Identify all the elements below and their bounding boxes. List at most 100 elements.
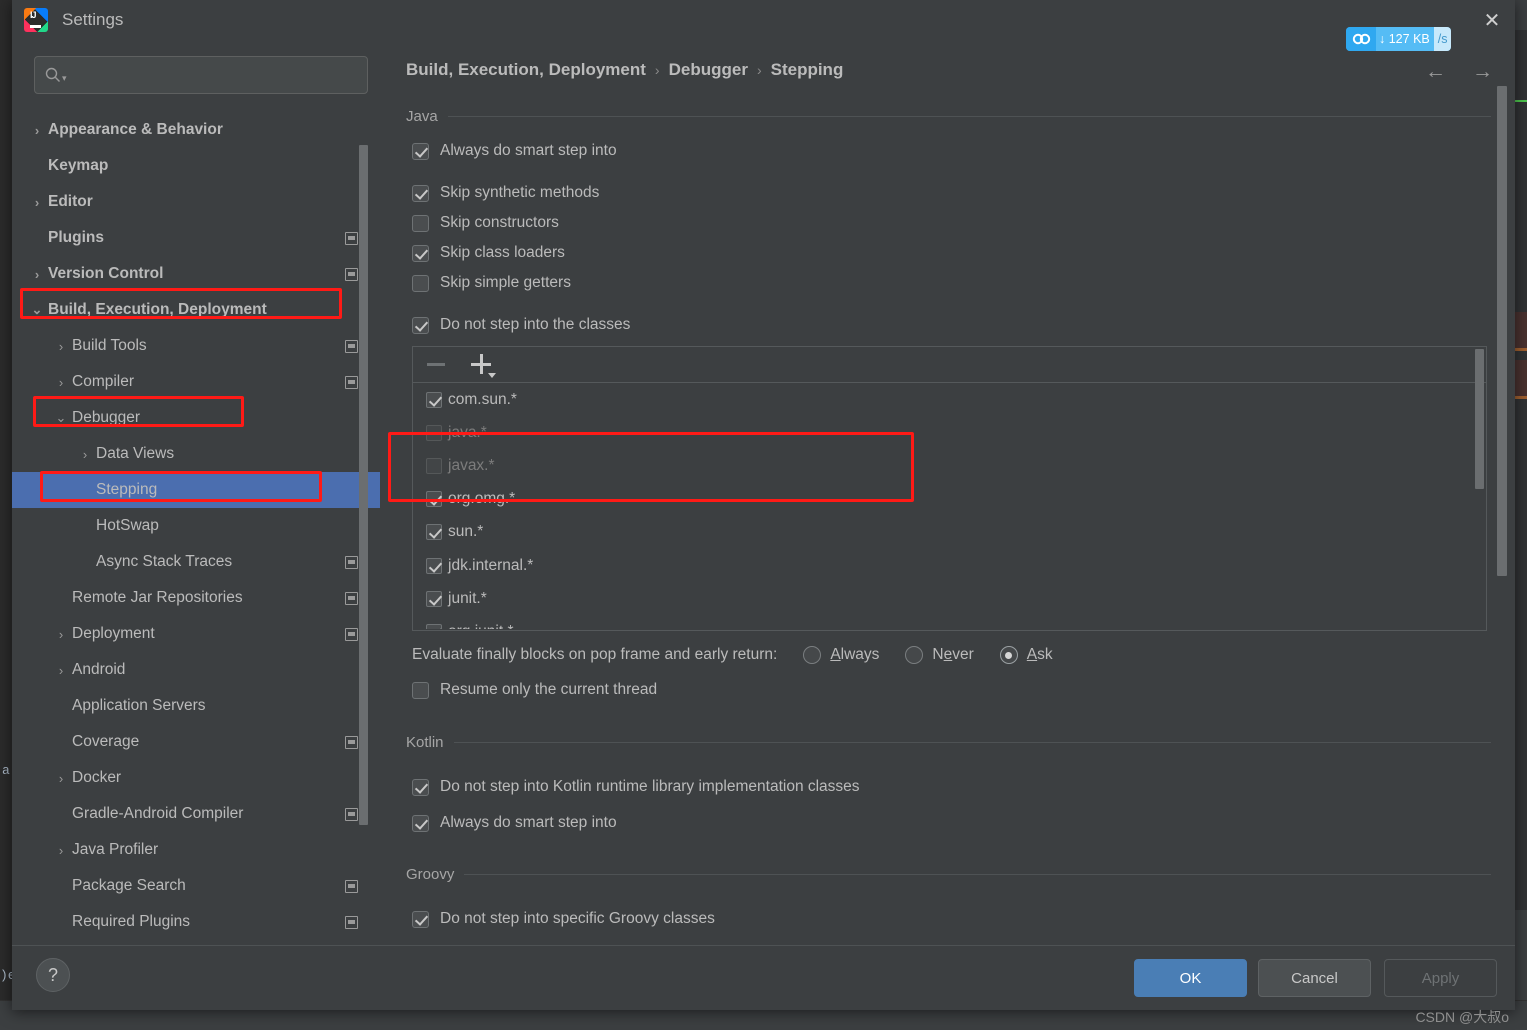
class-filter-row[interactable]: org.omg.*: [413, 483, 1486, 516]
class-filter-row[interactable]: org.junit.*: [413, 615, 1486, 629]
radio-button[interactable]: [999, 646, 1018, 664]
class-list-scrollbar[interactable]: [1475, 349, 1484, 489]
cancel-button[interactable]: Cancel: [1258, 959, 1371, 997]
search-dropdown-icon[interactable]: ▾: [62, 73, 67, 84]
sidebar-item-label: Remote Jar Repositories: [72, 589, 243, 606]
checkbox-kotlin-no-step-runtime[interactable]: Do not step into Kotlin runtime library …: [412, 778, 860, 796]
checkbox-box[interactable]: [412, 244, 429, 262]
chevron-right-icon[interactable]: ›: [50, 627, 72, 642]
checkbox-box[interactable]: [426, 391, 442, 408]
network-speed-badge[interactable]: ↓ 127 KB /s: [1346, 27, 1452, 51]
help-button[interactable]: ?: [36, 958, 70, 992]
breadcrumb-part-2[interactable]: Stepping: [771, 60, 844, 80]
radio-button[interactable]: [905, 646, 924, 664]
checkbox-box[interactable]: [426, 424, 442, 441]
sidebar-item-plugins[interactable]: Plugins: [12, 220, 380, 256]
checkbox-do-not-step-into-classes[interactable]: Do not step into the classes: [412, 316, 630, 334]
chevron-right-icon[interactable]: ›: [50, 843, 72, 858]
evaluate-finally-row: Evaluate finally blocks on pop frame and…: [412, 646, 1053, 664]
checkbox-box[interactable]: [412, 184, 429, 202]
chevron-right-icon[interactable]: ›: [50, 663, 72, 678]
sidebar-item-application-servers[interactable]: Application Servers: [12, 688, 380, 724]
chevron-down-icon[interactable]: ⌄: [26, 302, 48, 318]
breadcrumb-part-1[interactable]: Debugger: [669, 60, 748, 80]
class-filter-row[interactable]: junit.*: [413, 582, 1486, 615]
checkbox-box[interactable]: [412, 910, 429, 928]
sidebar-item-build-tools[interactable]: › Build Tools: [12, 328, 380, 364]
chevron-right-icon[interactable]: ›: [50, 339, 72, 354]
checkbox-skip-synthetic-methods[interactable]: Skip synthetic methods: [412, 184, 599, 202]
checkbox-skip-constructors[interactable]: Skip constructors: [412, 214, 559, 232]
sidebar-item-android[interactable]: › Android: [12, 652, 380, 688]
minus-icon[interactable]: [427, 363, 445, 366]
checkbox-box[interactable]: [426, 623, 442, 629]
sidebar-item-gradle-android-compiler[interactable]: Gradle-Android Compiler: [12, 796, 380, 832]
chevron-right-icon[interactable]: ›: [50, 771, 72, 786]
checkbox-label: Always do smart step into: [440, 142, 617, 159]
radio-button[interactable]: [803, 646, 822, 664]
sidebar-item-required-plugins[interactable]: Required Plugins: [12, 904, 380, 940]
plus-icon[interactable]: [471, 353, 496, 378]
checkbox-skip-class-loaders[interactable]: Skip class loaders: [412, 244, 565, 262]
chevron-right-icon[interactable]: ›: [50, 375, 72, 390]
sidebar-item-version-control[interactable]: › Version Control: [12, 256, 380, 292]
class-filter-row[interactable]: sun.*: [413, 516, 1486, 549]
checkbox-box[interactable]: [412, 142, 429, 160]
sidebar-item-appearance-behavior[interactable]: › Appearance & Behavior: [12, 112, 380, 148]
checkbox-groovy-no-step-specific[interactable]: Do not step into specific Groovy classes: [412, 910, 715, 928]
class-filter-row[interactable]: jdk.internal.*: [413, 549, 1486, 582]
checkbox-kotlin-smart-step-into[interactable]: Always do smart step into: [412, 814, 617, 832]
sidebar-item-compiler[interactable]: › Compiler: [12, 364, 380, 400]
checkbox-box[interactable]: [412, 681, 429, 699]
checkbox-always-smart-step-into[interactable]: Always do smart step into: [412, 142, 617, 160]
checkbox-box[interactable]: [426, 491, 442, 508]
checkbox-resume-current-thread[interactable]: Resume only the current thread: [412, 681, 657, 699]
sidebar-item-docker[interactable]: › Docker: [12, 760, 380, 796]
breadcrumb-part-0[interactable]: Build, Execution, Deployment: [406, 60, 646, 80]
checkbox-skip-simple-getters[interactable]: Skip simple getters: [412, 274, 571, 292]
sidebar-item-deployment[interactable]: › Deployment: [12, 616, 380, 652]
checkbox-box[interactable]: [426, 524, 442, 541]
close-icon[interactable]: ✕: [1469, 0, 1515, 40]
class-filter-row[interactable]: java.*: [413, 416, 1486, 449]
checkbox-box[interactable]: [412, 778, 429, 796]
sidebar-item-hotswap[interactable]: HotSwap: [12, 508, 380, 544]
sidebar-item-remote-jar-repositories[interactable]: Remote Jar Repositories: [12, 580, 380, 616]
radio-never[interactable]: Never: [905, 646, 974, 664]
class-filter-row[interactable]: com.sun.*: [413, 383, 1486, 416]
search-box[interactable]: ▾: [34, 56, 368, 94]
sidebar-item-keymap[interactable]: Keymap: [12, 148, 380, 184]
chevron-right-icon[interactable]: ›: [26, 195, 48, 210]
checkbox-box[interactable]: [426, 457, 442, 474]
sidebar-item-debugger[interactable]: ⌄ Debugger: [12, 400, 380, 436]
main-panel-scrollbar[interactable]: [1497, 86, 1507, 576]
checkbox-box[interactable]: [412, 274, 429, 292]
sidebar-item-editor[interactable]: › Editor: [12, 184, 380, 220]
radio-always[interactable]: Always: [803, 646, 879, 664]
chevron-down-icon[interactable]: ⌄: [50, 410, 72, 426]
sidebar-item-coverage[interactable]: Coverage: [12, 724, 380, 760]
radio-ask[interactable]: Ask: [999, 646, 1053, 664]
sidebar-item-data-views[interactable]: › Data Views: [12, 436, 380, 472]
forward-arrow-icon[interactable]: →: [1472, 60, 1493, 84]
checkbox-box[interactable]: [426, 590, 442, 607]
class-filter-list[interactable]: com.sun.* java.* javax.* org.omg.* sun.* jdk.…: [413, 383, 1486, 629]
class-filter-row[interactable]: javax.*: [413, 449, 1486, 482]
checkbox-box[interactable]: [412, 814, 429, 832]
chevron-right-icon[interactable]: ›: [26, 123, 48, 138]
sidebar-item-build-execution-deployment[interactable]: ⌄ Build, Execution, Deployment: [12, 292, 380, 328]
chevron-right-icon[interactable]: ›: [74, 447, 96, 462]
sidebar-scrollbar[interactable]: [359, 145, 368, 825]
sidebar-item-async-stack-traces[interactable]: Async Stack Traces: [12, 544, 380, 580]
sidebar-item-label: Java Profiler: [72, 841, 159, 858]
checkbox-box[interactable]: [426, 557, 442, 574]
sidebar-item-stepping[interactable]: Stepping: [12, 472, 380, 508]
chevron-right-icon[interactable]: ›: [26, 267, 48, 282]
sidebar-item-package-search[interactable]: Package Search: [12, 868, 380, 904]
search-input[interactable]: [74, 66, 345, 84]
checkbox-box[interactable]: [412, 316, 429, 334]
sidebar-item-java-profiler[interactable]: › Java Profiler: [12, 832, 380, 868]
checkbox-box[interactable]: [412, 214, 429, 232]
ok-button[interactable]: OK: [1134, 959, 1247, 997]
back-arrow-icon[interactable]: ←: [1425, 60, 1446, 84]
